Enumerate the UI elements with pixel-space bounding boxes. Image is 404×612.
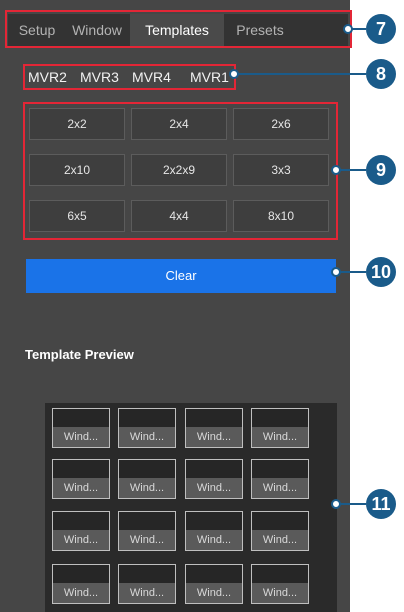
preview-window-label: Wind... <box>53 583 109 603</box>
preview-window[interactable]: Wind... <box>185 408 243 448</box>
callout-box-tabs <box>5 10 352 48</box>
preview-window-label: Wind... <box>252 427 308 447</box>
preview-window-label: Wind... <box>186 478 242 498</box>
preview-window[interactable]: Wind... <box>251 511 309 551</box>
preview-window-label: Wind... <box>252 530 308 550</box>
preview-window[interactable]: Wind... <box>118 459 176 499</box>
preview-window-label: Wind... <box>53 427 109 447</box>
template-preview: Wind... Wind... Wind... Wind... Wind... … <box>45 403 337 612</box>
templates-panel: Setup Window Templates Presets MVR2 MVR3… <box>0 0 350 612</box>
preview-window-label: Wind... <box>119 583 175 603</box>
leader-dot <box>331 499 341 509</box>
callout-badge: 9 <box>366 155 396 185</box>
preview-window[interactable]: Wind... <box>251 459 309 499</box>
leader-line <box>338 271 366 273</box>
preview-window-label: Wind... <box>252 583 308 603</box>
callout-box-mvr <box>23 64 236 90</box>
preview-window-label: Wind... <box>53 478 109 498</box>
preview-window[interactable]: Wind... <box>185 564 243 604</box>
callout-badge: 10 <box>366 257 396 287</box>
preview-window-label: Wind... <box>53 530 109 550</box>
preview-window[interactable]: Wind... <box>251 408 309 448</box>
clear-button[interactable]: Clear <box>26 259 336 293</box>
preview-window[interactable]: Wind... <box>52 408 110 448</box>
preview-window-label: Wind... <box>186 583 242 603</box>
callout-box-templates <box>23 102 338 240</box>
preview-window-label: Wind... <box>186 530 242 550</box>
leader-dot <box>343 24 353 34</box>
preview-window-label: Wind... <box>119 530 175 550</box>
preview-title: Template Preview <box>25 347 134 362</box>
preview-window-label: Wind... <box>119 478 175 498</box>
leader-line <box>338 503 366 505</box>
leader-line <box>338 169 366 171</box>
preview-window[interactable]: Wind... <box>52 511 110 551</box>
callout-badge: 8 <box>366 59 396 89</box>
preview-window[interactable]: Wind... <box>185 459 243 499</box>
preview-window[interactable]: Wind... <box>118 408 176 448</box>
preview-window[interactable]: Wind... <box>52 564 110 604</box>
preview-window[interactable]: Wind... <box>52 459 110 499</box>
preview-window-label: Wind... <box>119 427 175 447</box>
preview-window-label: Wind... <box>252 478 308 498</box>
preview-window-label: Wind... <box>186 427 242 447</box>
leader-dot <box>331 267 341 277</box>
preview-window[interactable]: Wind... <box>118 564 176 604</box>
preview-window[interactable]: Wind... <box>118 511 176 551</box>
preview-window[interactable]: Wind... <box>251 564 309 604</box>
leader-dot <box>331 165 341 175</box>
callout-badge: 11 <box>366 489 396 519</box>
leader-line <box>236 73 366 75</box>
leader-dot <box>229 69 239 79</box>
callout-badge: 7 <box>366 14 396 44</box>
preview-window[interactable]: Wind... <box>185 511 243 551</box>
